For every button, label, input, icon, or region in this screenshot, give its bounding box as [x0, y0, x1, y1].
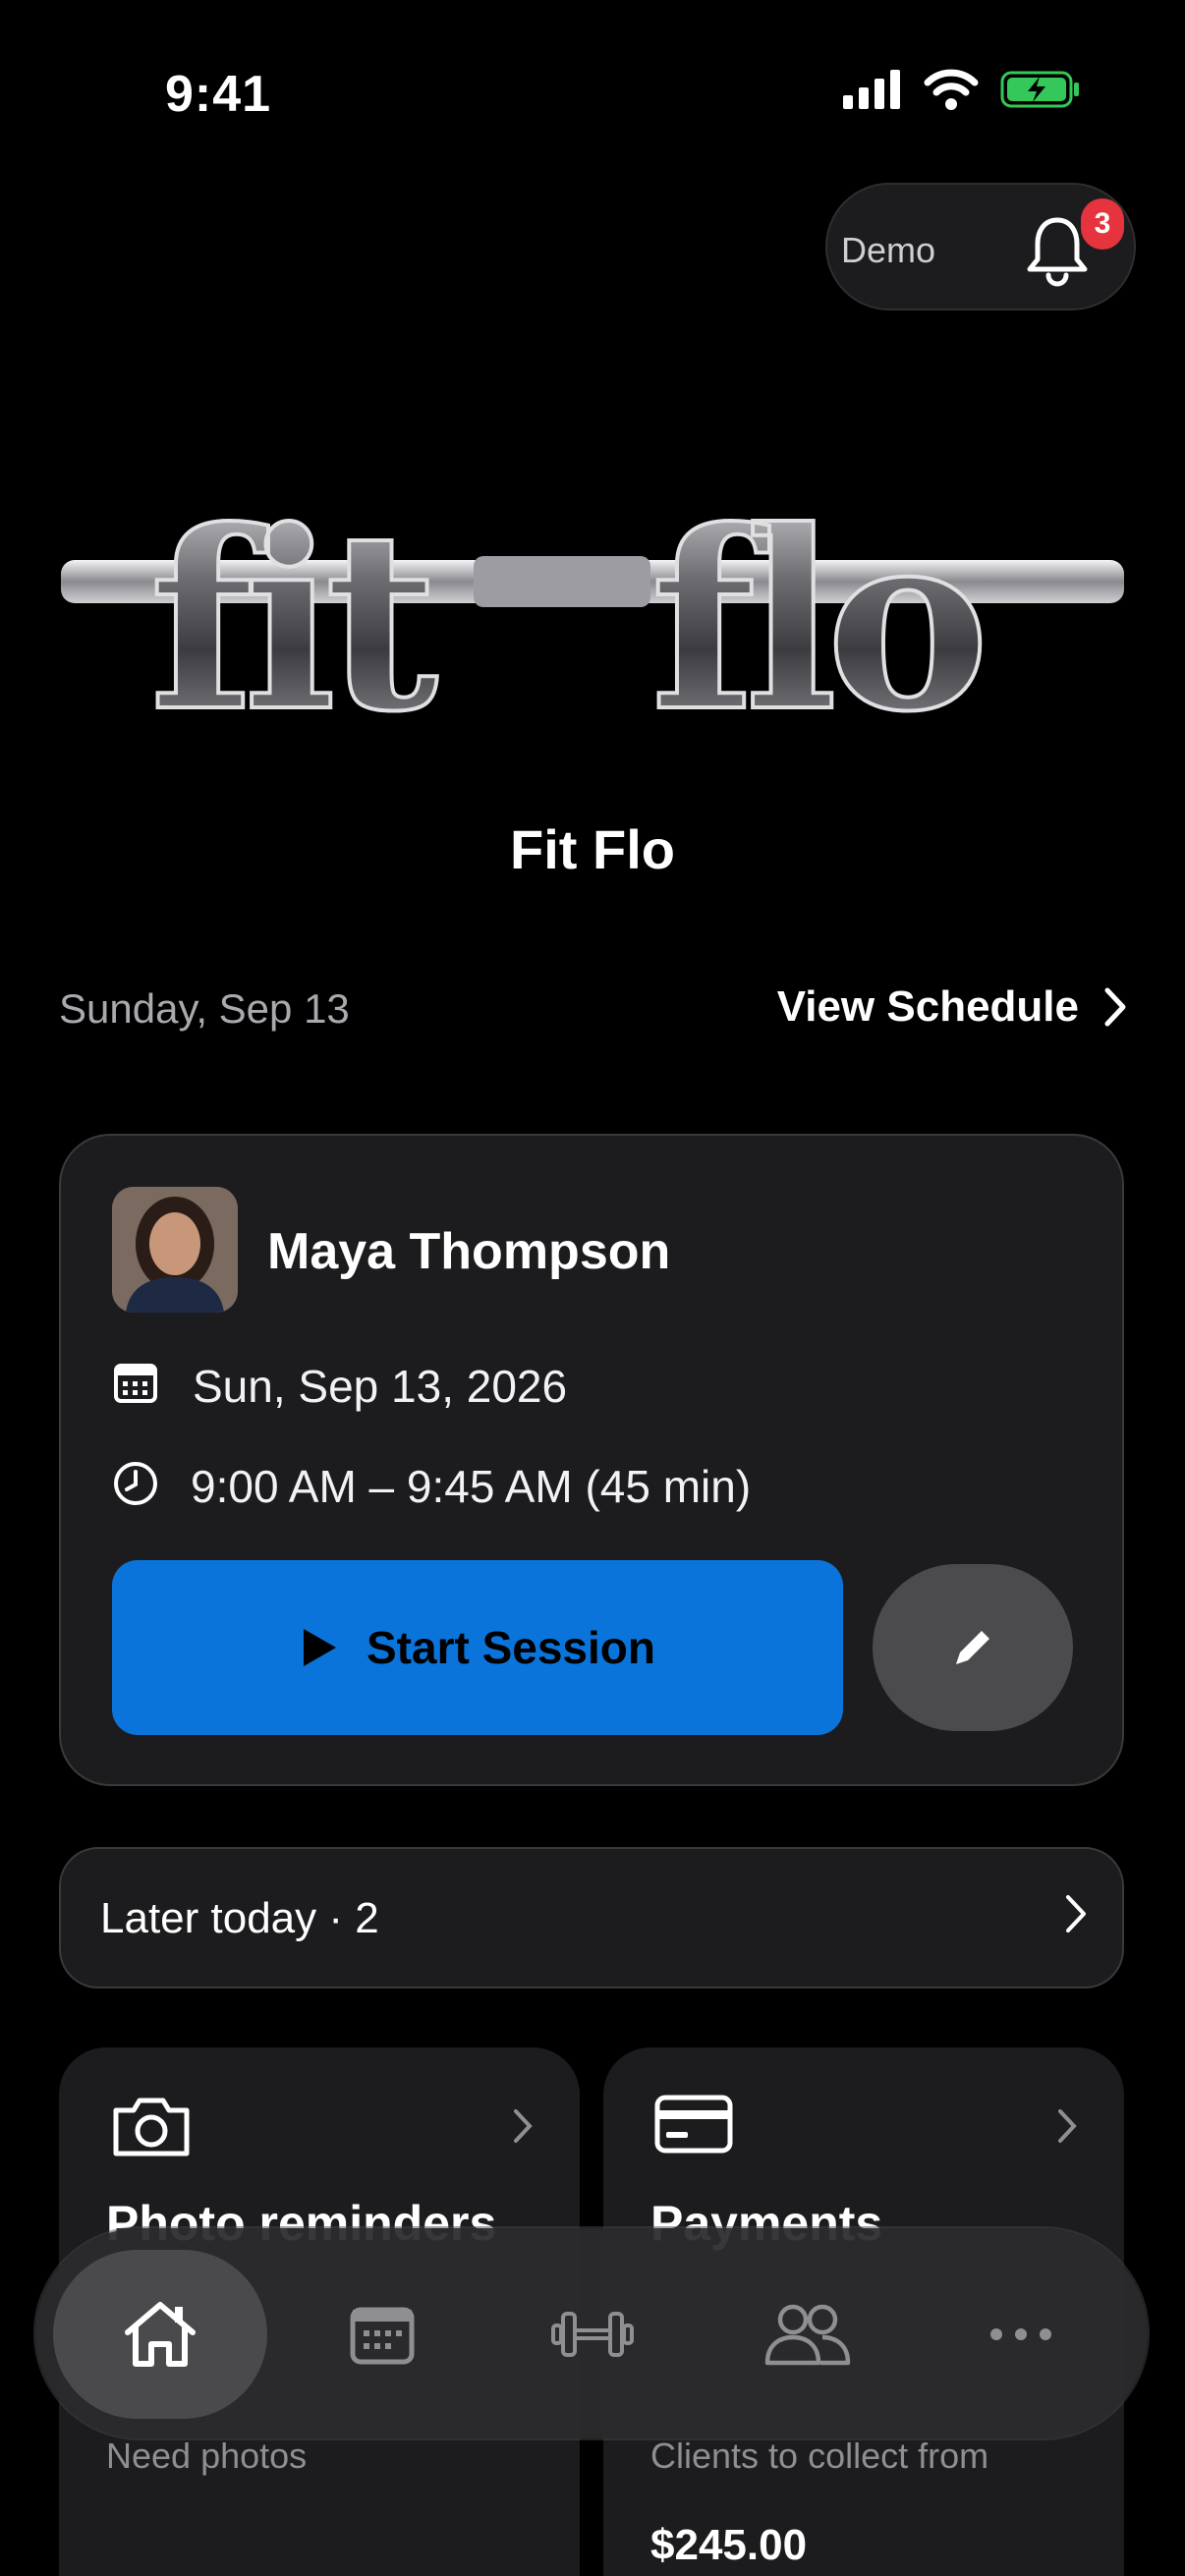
calendar-icon — [114, 1364, 157, 1403]
photo-reminders-subtitle: Need photos — [106, 2436, 308, 2476]
fitflo-logo: fit flo — [61, 475, 1124, 737]
start-session-label[interactable]: Start Session — [367, 1621, 655, 1674]
camera-icon — [113, 2098, 190, 2156]
status-time: 9:41 — [165, 66, 272, 123]
battery-icon — [1000, 71, 1079, 108]
tab-clients[interactable] — [700, 2250, 914, 2419]
later-today-row[interactable]: Later today · 2 — [59, 1847, 1124, 1988]
tab-more[interactable] — [914, 2250, 1128, 2419]
svg-text:fit: fit — [149, 476, 438, 737]
demo-notification-pill[interactable]: Demo 3 — [825, 183, 1136, 310]
edit-session-button[interactable] — [873, 1564, 1073, 1731]
home-screen: 9:41 Demo 3 fit flo Fit Flo Sunday, Sep … — [0, 0, 1185, 2576]
chevron-right-icon — [1104, 987, 1126, 1027]
start-session-button[interactable]: Start Session — [112, 1560, 843, 1735]
people-icon — [764, 2304, 851, 2366]
client-name: Maya Thompson — [267, 1223, 671, 1280]
app-title: Fit Flo — [510, 818, 675, 880]
chevron-right-icon — [1066, 1895, 1086, 1932]
svg-text:flo: flo — [650, 476, 981, 737]
chevron-right-icon — [1058, 2109, 1077, 2143]
payments-amount: $245.00 — [650, 2521, 808, 2569]
session-time: 9:00 AM – 9:45 AM (45 min) — [191, 1461, 752, 1512]
play-icon — [304, 1629, 336, 1666]
later-today-label: Later today · 2 — [100, 1894, 379, 1942]
client-avatar — [112, 1187, 238, 1313]
demo-label[interactable]: Demo — [841, 230, 935, 271]
payments-subtitle: Clients to collect from — [650, 2436, 989, 2476]
tab-bar — [35, 2228, 1148, 2438]
tab-calendar[interactable] — [275, 2250, 489, 2419]
next-session-card[interactable]: Maya Thompson Sun, Sep 13, 2026 9:00 AM … — [59, 1134, 1124, 1786]
tab-home[interactable] — [53, 2250, 267, 2419]
clock-icon — [114, 1462, 157, 1505]
dumbbell-icon — [551, 2312, 634, 2357]
tab-workouts[interactable] — [485, 2250, 700, 2419]
home-icon — [125, 2302, 196, 2367]
view-schedule-label[interactable]: View Schedule — [777, 982, 1079, 1032]
pencil-icon — [956, 1631, 989, 1664]
session-date: Sun, Sep 13, 2026 — [193, 1361, 568, 1412]
credit-card-icon — [654, 2095, 733, 2154]
more-icon — [990, 2328, 1051, 2340]
status-icons — [843, 69, 1081, 110]
current-date: Sunday, Sep 13 — [59, 985, 350, 1032]
calendar-icon — [350, 2307, 415, 2365]
wifi-icon — [924, 69, 979, 110]
view-schedule-link[interactable]: View Schedule — [777, 982, 1126, 1032]
signal-icon — [843, 70, 900, 109]
notification-badge: 3 — [1081, 198, 1124, 250]
chevron-right-icon — [514, 2109, 533, 2143]
